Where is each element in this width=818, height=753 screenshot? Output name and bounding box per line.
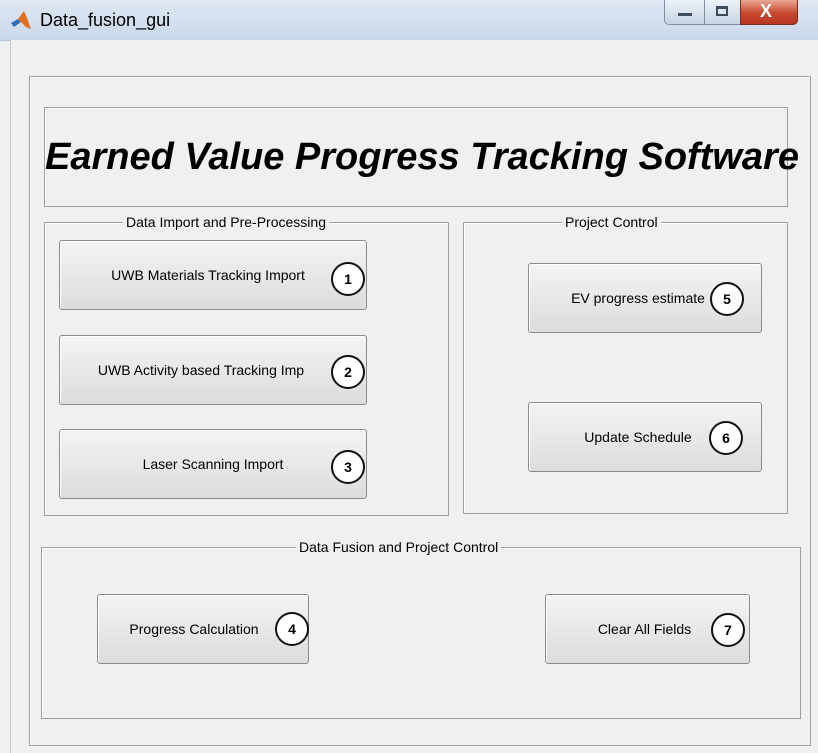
maximize-button[interactable] — [704, 0, 742, 25]
app-title: Earned Value Progress Tracking Software — [45, 136, 799, 178]
callout-badge: 1 — [331, 262, 365, 296]
uwb-materials-import-label: UWB Materials Tracking Import — [111, 267, 305, 283]
title-bar[interactable]: Data_fusion_gui X — [0, 0, 818, 41]
import-panel-title: Data Import and Pre-Processing — [123, 213, 329, 231]
title-panel: Earned Value Progress Tracking Software — [44, 107, 799, 207]
maximize-icon — [716, 6, 728, 16]
minimize-icon — [678, 13, 692, 16]
update-schedule-label: Update Schedule — [584, 429, 692, 445]
clear-all-fields-label: Clear All Fields — [597, 621, 692, 637]
close-button[interactable]: X — [740, 0, 798, 25]
matlab-icon — [11, 11, 31, 29]
uwb-activity-import-label: UWB Activity based Tracking Imp — [97, 362, 305, 378]
close-icon: X — [760, 1, 773, 21]
uwb-materials-import-button[interactable]: UWB Materials Tracking Import — [59, 240, 367, 310]
callout-badge: 4 — [275, 612, 309, 646]
callout-badge: 7 — [711, 613, 745, 647]
callout-badge: 2 — [331, 355, 365, 389]
data-fusion-panel-title: Data Fusion and Project Control — [296, 538, 502, 556]
ev-progress-estimate-label: EV progress estimate — [571, 290, 705, 306]
laser-scanning-import-label: Laser Scanning Import — [142, 456, 284, 472]
callout-badge: 6 — [709, 421, 743, 455]
callout-badge: 5 — [710, 282, 744, 316]
minimize-button[interactable] — [664, 0, 706, 25]
window-title: Data_fusion_gui — [40, 10, 171, 30]
uwb-activity-import-button[interactable]: UWB Activity based Tracking Imp — [59, 335, 367, 405]
laser-scanning-import-button[interactable]: Laser Scanning Import — [59, 429, 367, 499]
app-window: Data_fusion_gui X Earned Value Progress … — [0, 0, 818, 753]
callout-badge: 3 — [331, 450, 365, 484]
project-control-panel-title: Project Control — [562, 213, 661, 231]
progress-calculation-label: Progress Calculation — [129, 621, 259, 637]
